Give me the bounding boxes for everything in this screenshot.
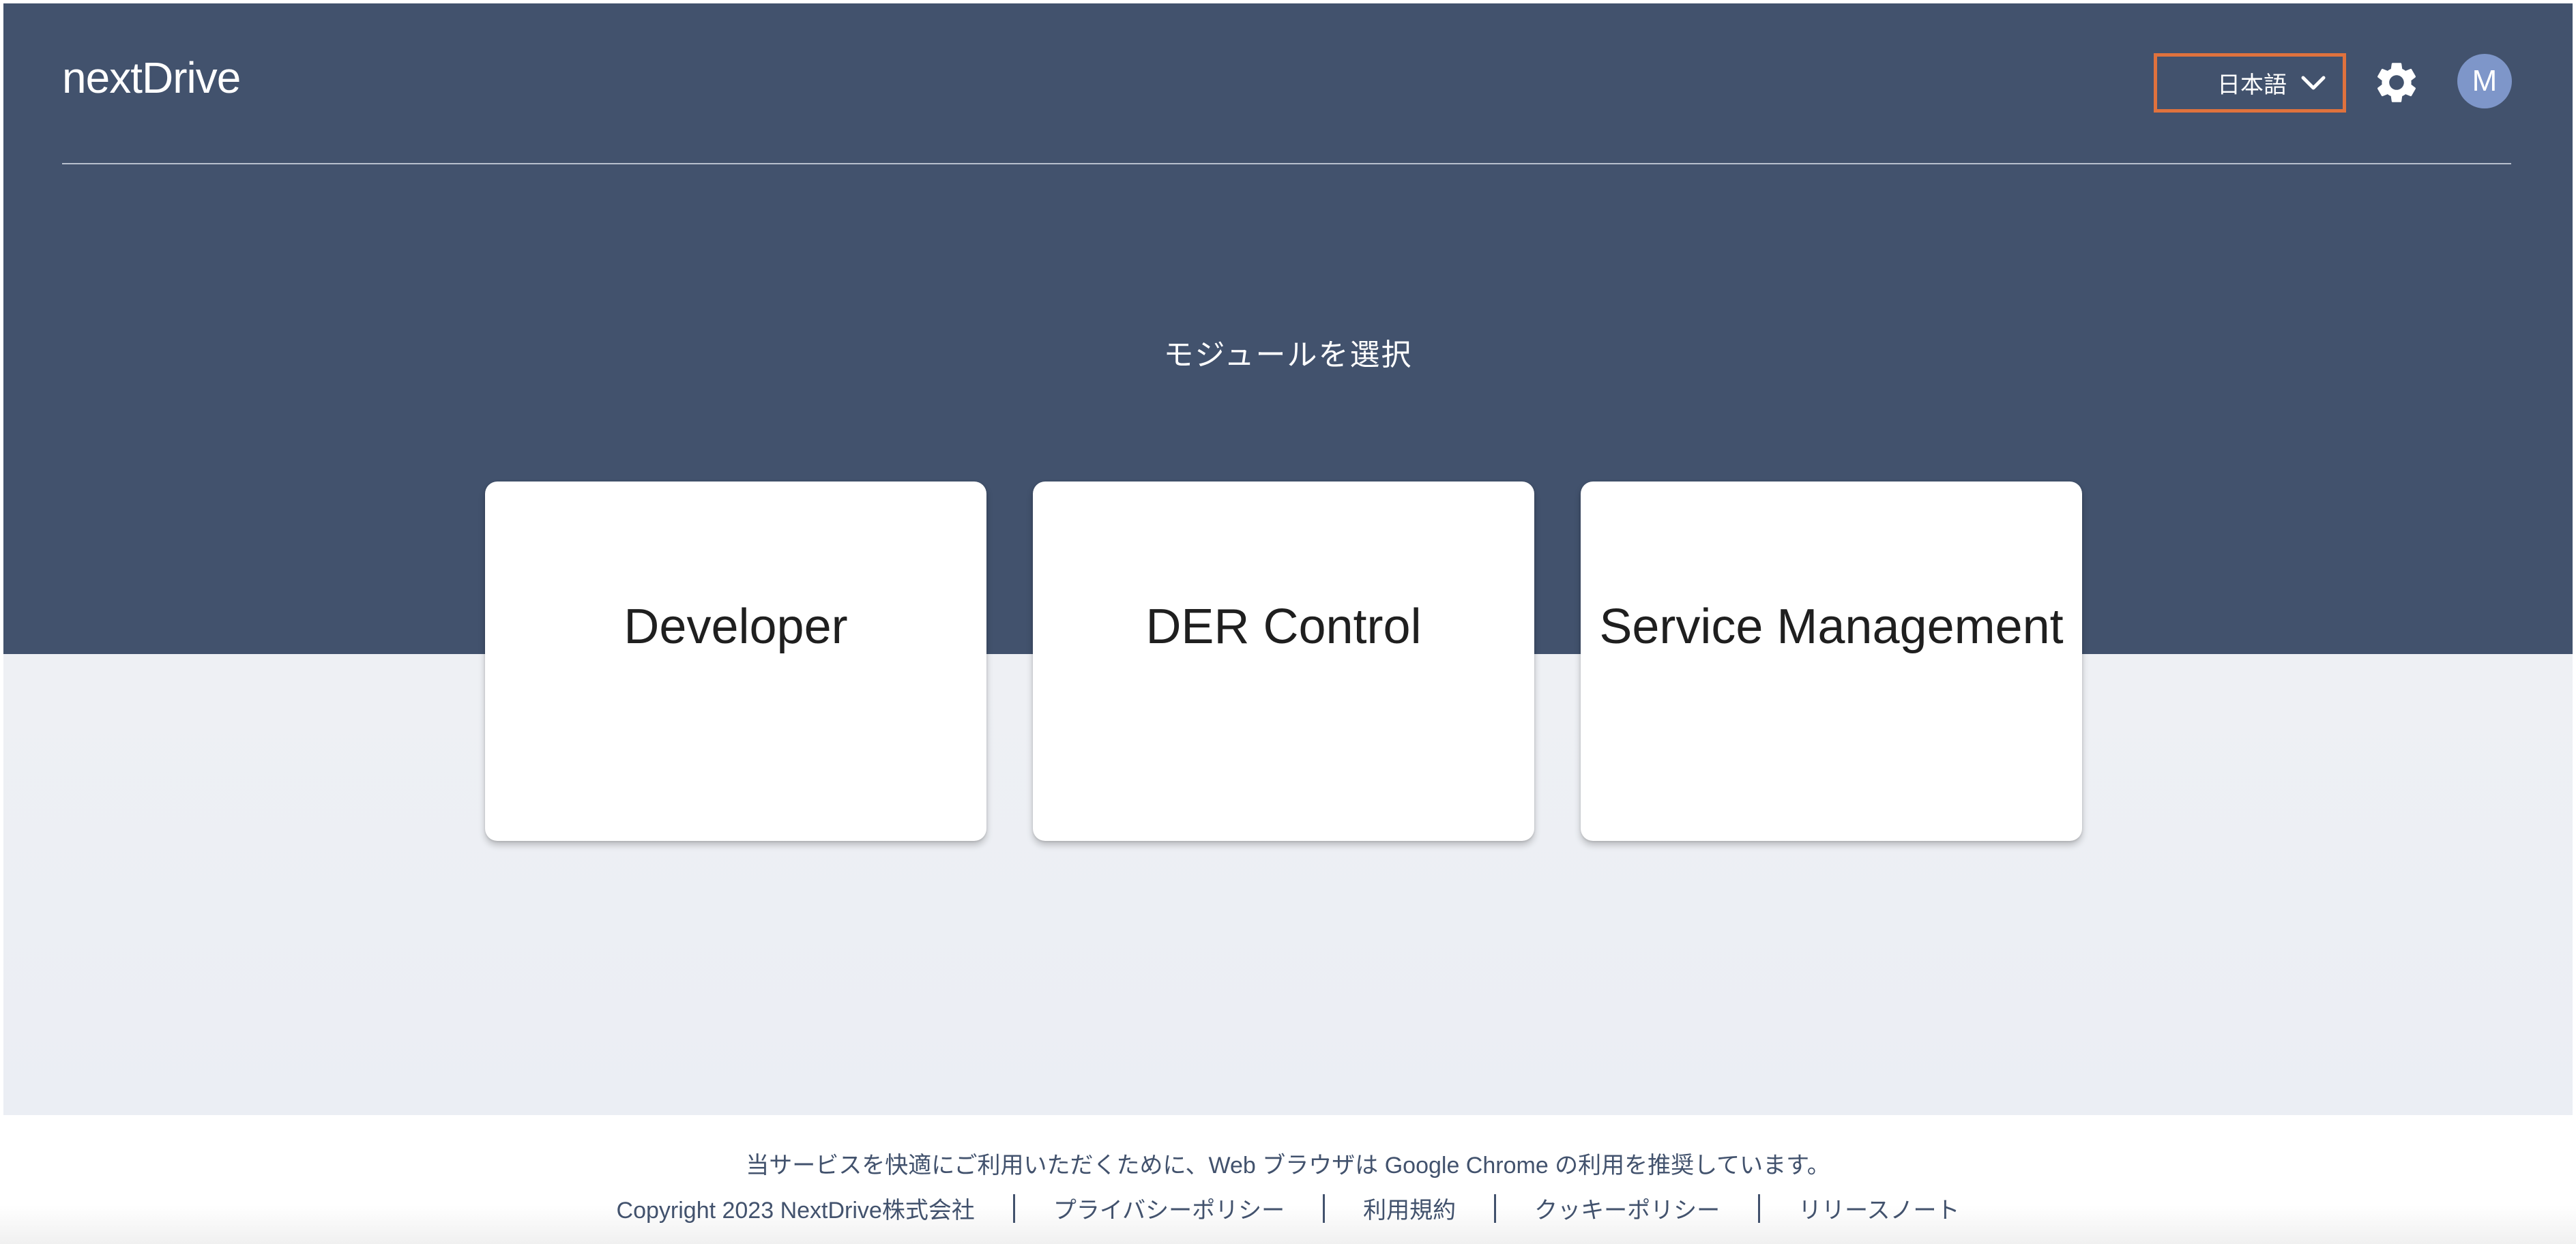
- module-card-developer[interactable]: Developer: [485, 482, 986, 841]
- footer-divider: [1012, 1194, 1015, 1223]
- header-divider: [62, 163, 2511, 164]
- module-card-service-management[interactable]: Service Management: [1581, 482, 2082, 841]
- nextdrive-logo[interactable]: nextDrive: [62, 53, 241, 103]
- gear-icon[interactable]: [2372, 58, 2421, 107]
- release-notes-link[interactable]: リリースノート: [1798, 1191, 1959, 1225]
- footer-links: Copyright 2023 NextDrive株式会社 プライバシーポリシー …: [0, 1191, 2576, 1225]
- module-card-der-control[interactable]: DER Control: [1033, 482, 1534, 841]
- module-card-label: DER Control: [1145, 599, 1422, 654]
- copyright-text: Copyright 2023 NextDrive株式会社: [616, 1198, 975, 1224]
- privacy-policy-link[interactable]: プライバシーポリシー: [1053, 1191, 1285, 1225]
- footer-divider: [1758, 1194, 1761, 1223]
- browser-recommendation-notice: 当サービスを快適にご利用いただくために、Web ブラウザは Google Chr…: [746, 1153, 1830, 1179]
- footer: 当サービスを快適にご利用いただくために、Web ブラウザは Google Chr…: [0, 1115, 2576, 1244]
- module-card-label: Service Management: [1599, 599, 2064, 654]
- language-select[interactable]: 日本語: [2154, 53, 2346, 113]
- footer-divider: [1323, 1194, 1326, 1223]
- chevron-down-icon: [2301, 76, 2326, 89]
- terms-of-use-link[interactable]: 利用規約: [1363, 1191, 1456, 1225]
- module-card-label: Developer: [624, 599, 848, 654]
- page-title: モジュールを選択: [1163, 338, 1413, 372]
- footer-divider: [1494, 1194, 1497, 1223]
- avatar[interactable]: M: [2457, 54, 2512, 108]
- cookie-policy-link[interactable]: クッキーポリシー: [1534, 1191, 1720, 1225]
- language-select-value: 日本語: [2217, 72, 2287, 98]
